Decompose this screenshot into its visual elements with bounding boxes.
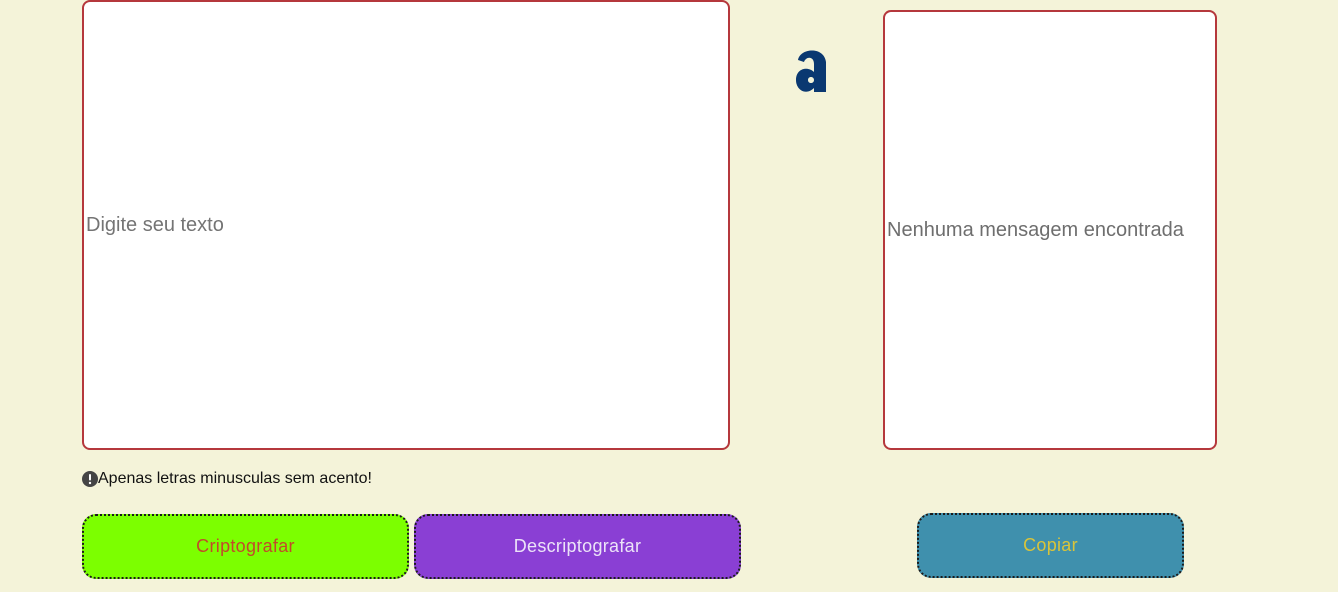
text-input[interactable]: Digite seu texto bbox=[82, 0, 730, 450]
decrypt-button-label: Descriptografar bbox=[513, 536, 642, 556]
copy-button-label: Copiar bbox=[1023, 535, 1078, 555]
warning-text: Apenas letras minusculas sem acento! bbox=[98, 470, 372, 487]
output-panel: Nenhuma mensagem encontrada bbox=[883, 10, 1217, 450]
page: Digite seu texto Nenhuma mensagem encont… bbox=[0, 0, 1338, 592]
empty-message: Nenhuma mensagem encontrada bbox=[887, 218, 1184, 241]
exclamation-circle-icon bbox=[82, 471, 98, 487]
alura-a-logo-icon bbox=[792, 38, 832, 98]
decrypt-button[interactable]: Descriptografar bbox=[414, 514, 741, 579]
encrypt-button[interactable]: Criptografar bbox=[82, 514, 409, 579]
encrypt-button-label: Criptografar bbox=[196, 536, 295, 556]
copy-button[interactable]: Copiar bbox=[917, 513, 1184, 578]
text-input-placeholder: Digite seu texto bbox=[86, 213, 224, 236]
warning-note: Apenas letras minusculas sem acento! bbox=[82, 470, 372, 488]
